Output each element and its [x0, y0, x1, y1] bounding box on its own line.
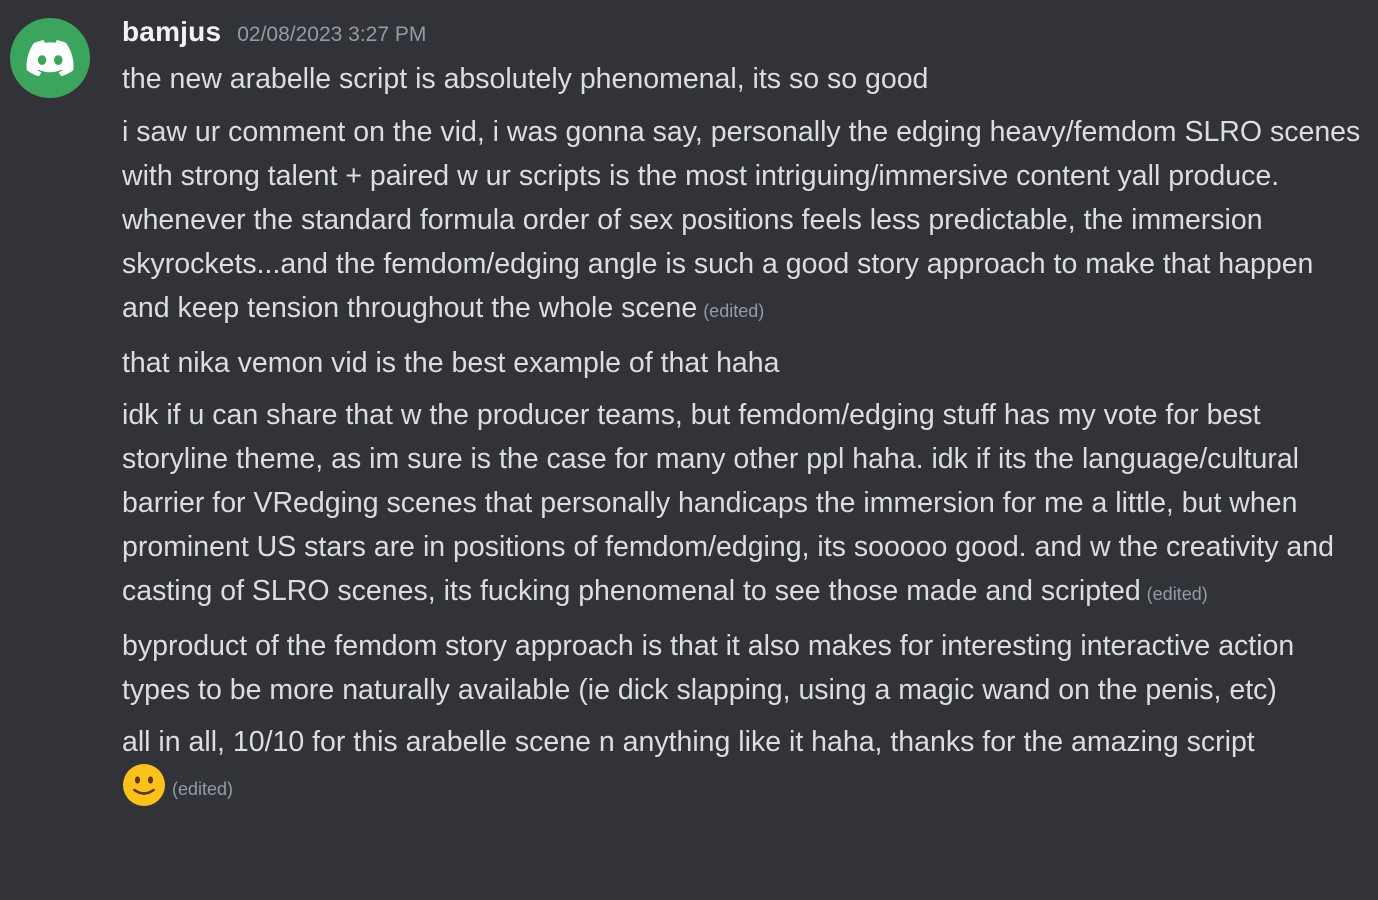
timestamp[interactable]: 02/08/2023 3:27 PM: [237, 23, 426, 47]
message-body: that nika vemon vid is the best example …: [122, 347, 780, 379]
message-text-1: the new arabelle script is absolutely ph…: [122, 56, 1362, 102]
message-text-6: all in all, 10/10 for this arabelle scen…: [122, 720, 1362, 811]
message-body: byproduct of the femdom story approach i…: [122, 630, 1295, 706]
message-text-4: idk if u can share that w the producer t…: [122, 393, 1362, 616]
username[interactable]: bamjus: [122, 16, 221, 48]
message-group: bamjus 02/08/2023 3:27 PM the new arabel…: [0, 0, 1378, 900]
message-body: the new arabelle script is absolutely ph…: [122, 63, 929, 95]
edited-label: (edited): [172, 779, 234, 799]
message-text-2: i saw ur comment on the vid, i was gonna…: [122, 110, 1362, 333]
message-body: i saw ur comment on the vid, i was gonna…: [122, 116, 1361, 324]
message-header: bamjus 02/08/2023 3:27 PM: [122, 16, 1362, 56]
avatar[interactable]: [10, 18, 90, 98]
message-text-5: byproduct of the femdom story approach i…: [122, 624, 1362, 712]
slightly-smiling-face-emoji[interactable]: [122, 763, 166, 807]
edited-label: (edited): [1146, 584, 1208, 604]
discord-logo-icon: [26, 40, 74, 76]
message-body: idk if u can share that w the producer t…: [122, 399, 1334, 607]
message-content: bamjus 02/08/2023 3:27 PM the new arabel…: [122, 16, 1362, 811]
message-text-3: that nika vemon vid is the best example …: [122, 341, 1362, 385]
edited-label: (edited): [703, 301, 765, 321]
message-body: all in all, 10/10 for this arabelle scen…: [122, 726, 1255, 758]
